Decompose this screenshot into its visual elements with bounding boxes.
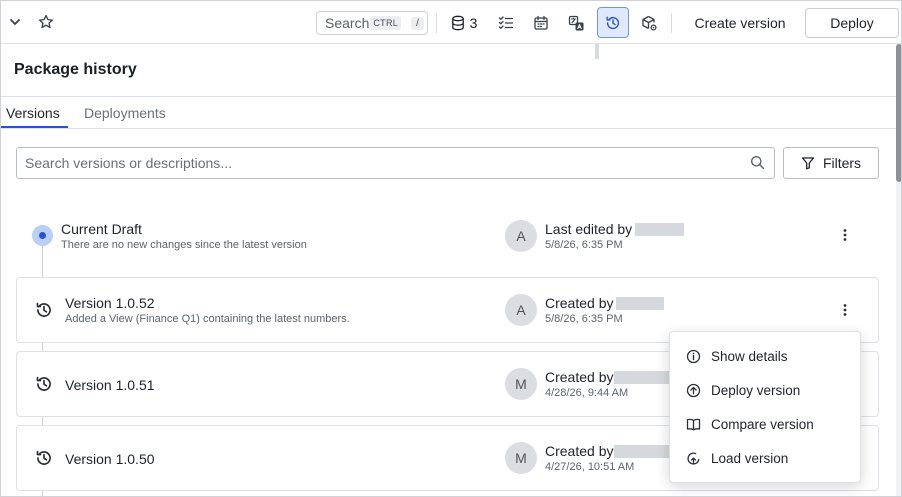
menu-item-show-details[interactable]: Show details (670, 339, 860, 373)
search-label: Search (325, 15, 370, 31)
slash-key-hint: / (411, 16, 424, 30)
menu-item-load-version[interactable]: Load version (670, 441, 860, 475)
book-open-icon (686, 418, 701, 431)
checklist-icon[interactable] (495, 11, 517, 35)
timeline-connector (42, 343, 43, 351)
timeline-connector (42, 417, 43, 425)
history-icon[interactable] (597, 7, 629, 38)
timeline-connector (42, 491, 43, 496)
menu-item-deploy-version[interactable]: Deploy version (670, 373, 860, 407)
draft-status-dot (32, 225, 53, 246)
version-title: Version 1.0.52 (65, 295, 155, 311)
meta-date: 5/8/26, 6:35 PM (545, 239, 623, 251)
draft-title: Current Draft (61, 221, 142, 237)
meta-date: 4/28/26, 9:44 AM (545, 387, 629, 399)
current-draft-row: Current Draft There are no new changes s… (16, 211, 879, 277)
meta-label: Created by (545, 443, 614, 459)
draft-description: There are no new changes since the lates… (61, 239, 307, 251)
translate-icon[interactable] (565, 11, 587, 35)
chevron-down-icon[interactable] (5, 11, 25, 33)
calendar-icon[interactable] (530, 11, 552, 35)
filter-icon (801, 157, 815, 170)
avatar: A (505, 294, 537, 326)
search-icon[interactable] (750, 155, 765, 175)
global-search-button[interactable]: Search CTRL / (316, 11, 428, 35)
redacted-username (614, 445, 670, 458)
toolbar-divider (436, 13, 437, 33)
meta-date: 4/27/26, 10:51 AM (545, 461, 635, 473)
redacted-username (614, 371, 670, 384)
history-icon (35, 449, 53, 472)
avatar: A (505, 220, 537, 252)
page-title: Package history (14, 61, 137, 78)
menu-item-label: Compare version (711, 416, 814, 432)
ctrl-key-hint: CTRL (370, 16, 402, 30)
database-icon (451, 15, 464, 31)
search-field[interactable] (16, 147, 775, 179)
filters-button[interactable]: Filters (783, 147, 879, 179)
info-icon (686, 349, 701, 363)
menu-item-label: Show details (711, 348, 788, 364)
database-count: 3 (469, 15, 478, 31)
history-icon (35, 301, 53, 324)
create-version-button[interactable]: Create version (684, 9, 796, 37)
redacted-username (616, 297, 664, 310)
meta-label: Created by (545, 369, 614, 385)
toolbar-divider (671, 13, 672, 33)
tab-versions[interactable]: Versions (6, 105, 60, 121)
meta-label: Created by (545, 295, 614, 311)
version-title: Version 1.0.50 (65, 451, 155, 467)
top-toolbar: Search CTRL / 3 Create version Deploy (1, 1, 901, 44)
package-settings-icon[interactable] (637, 11, 661, 35)
arrow-up-circle-icon (686, 383, 701, 397)
version-context-menu: Show details Deploy version Compare vers… (669, 331, 861, 483)
database-button[interactable]: 3 (447, 11, 481, 35)
more-options-icon[interactable] (837, 300, 853, 320)
version-description: Added a View (Finance Q1) containing the… (65, 313, 350, 325)
more-options-icon[interactable] (837, 225, 853, 245)
app-window: Search CTRL / 3 Create version Deploy Pa… (0, 0, 902, 497)
history-icon (35, 375, 53, 398)
menu-item-compare-version[interactable]: Compare version (670, 407, 860, 441)
redacted-username (635, 223, 684, 236)
tab-deployments[interactable]: Deployments (84, 105, 166, 121)
star-icon[interactable] (35, 11, 57, 33)
scrollbar-thumb[interactable] (896, 44, 901, 182)
deploy-button[interactable]: Deploy (805, 8, 899, 38)
divider (1, 96, 896, 97)
load-icon (687, 452, 700, 465)
resize-handle[interactable] (595, 44, 599, 59)
divider (1, 128, 896, 129)
search-input[interactable] (25, 155, 725, 171)
version-title: Version 1.0.51 (65, 377, 155, 393)
menu-item-label: Deploy version (711, 382, 801, 398)
meta-date: 5/8/26, 6:35 PM (545, 313, 623, 325)
avatar: M (505, 368, 537, 400)
avatar: M (505, 442, 537, 474)
filters-label: Filters (822, 155, 862, 171)
meta-label: Last edited by (545, 221, 633, 237)
menu-item-label: Load version (711, 450, 789, 466)
